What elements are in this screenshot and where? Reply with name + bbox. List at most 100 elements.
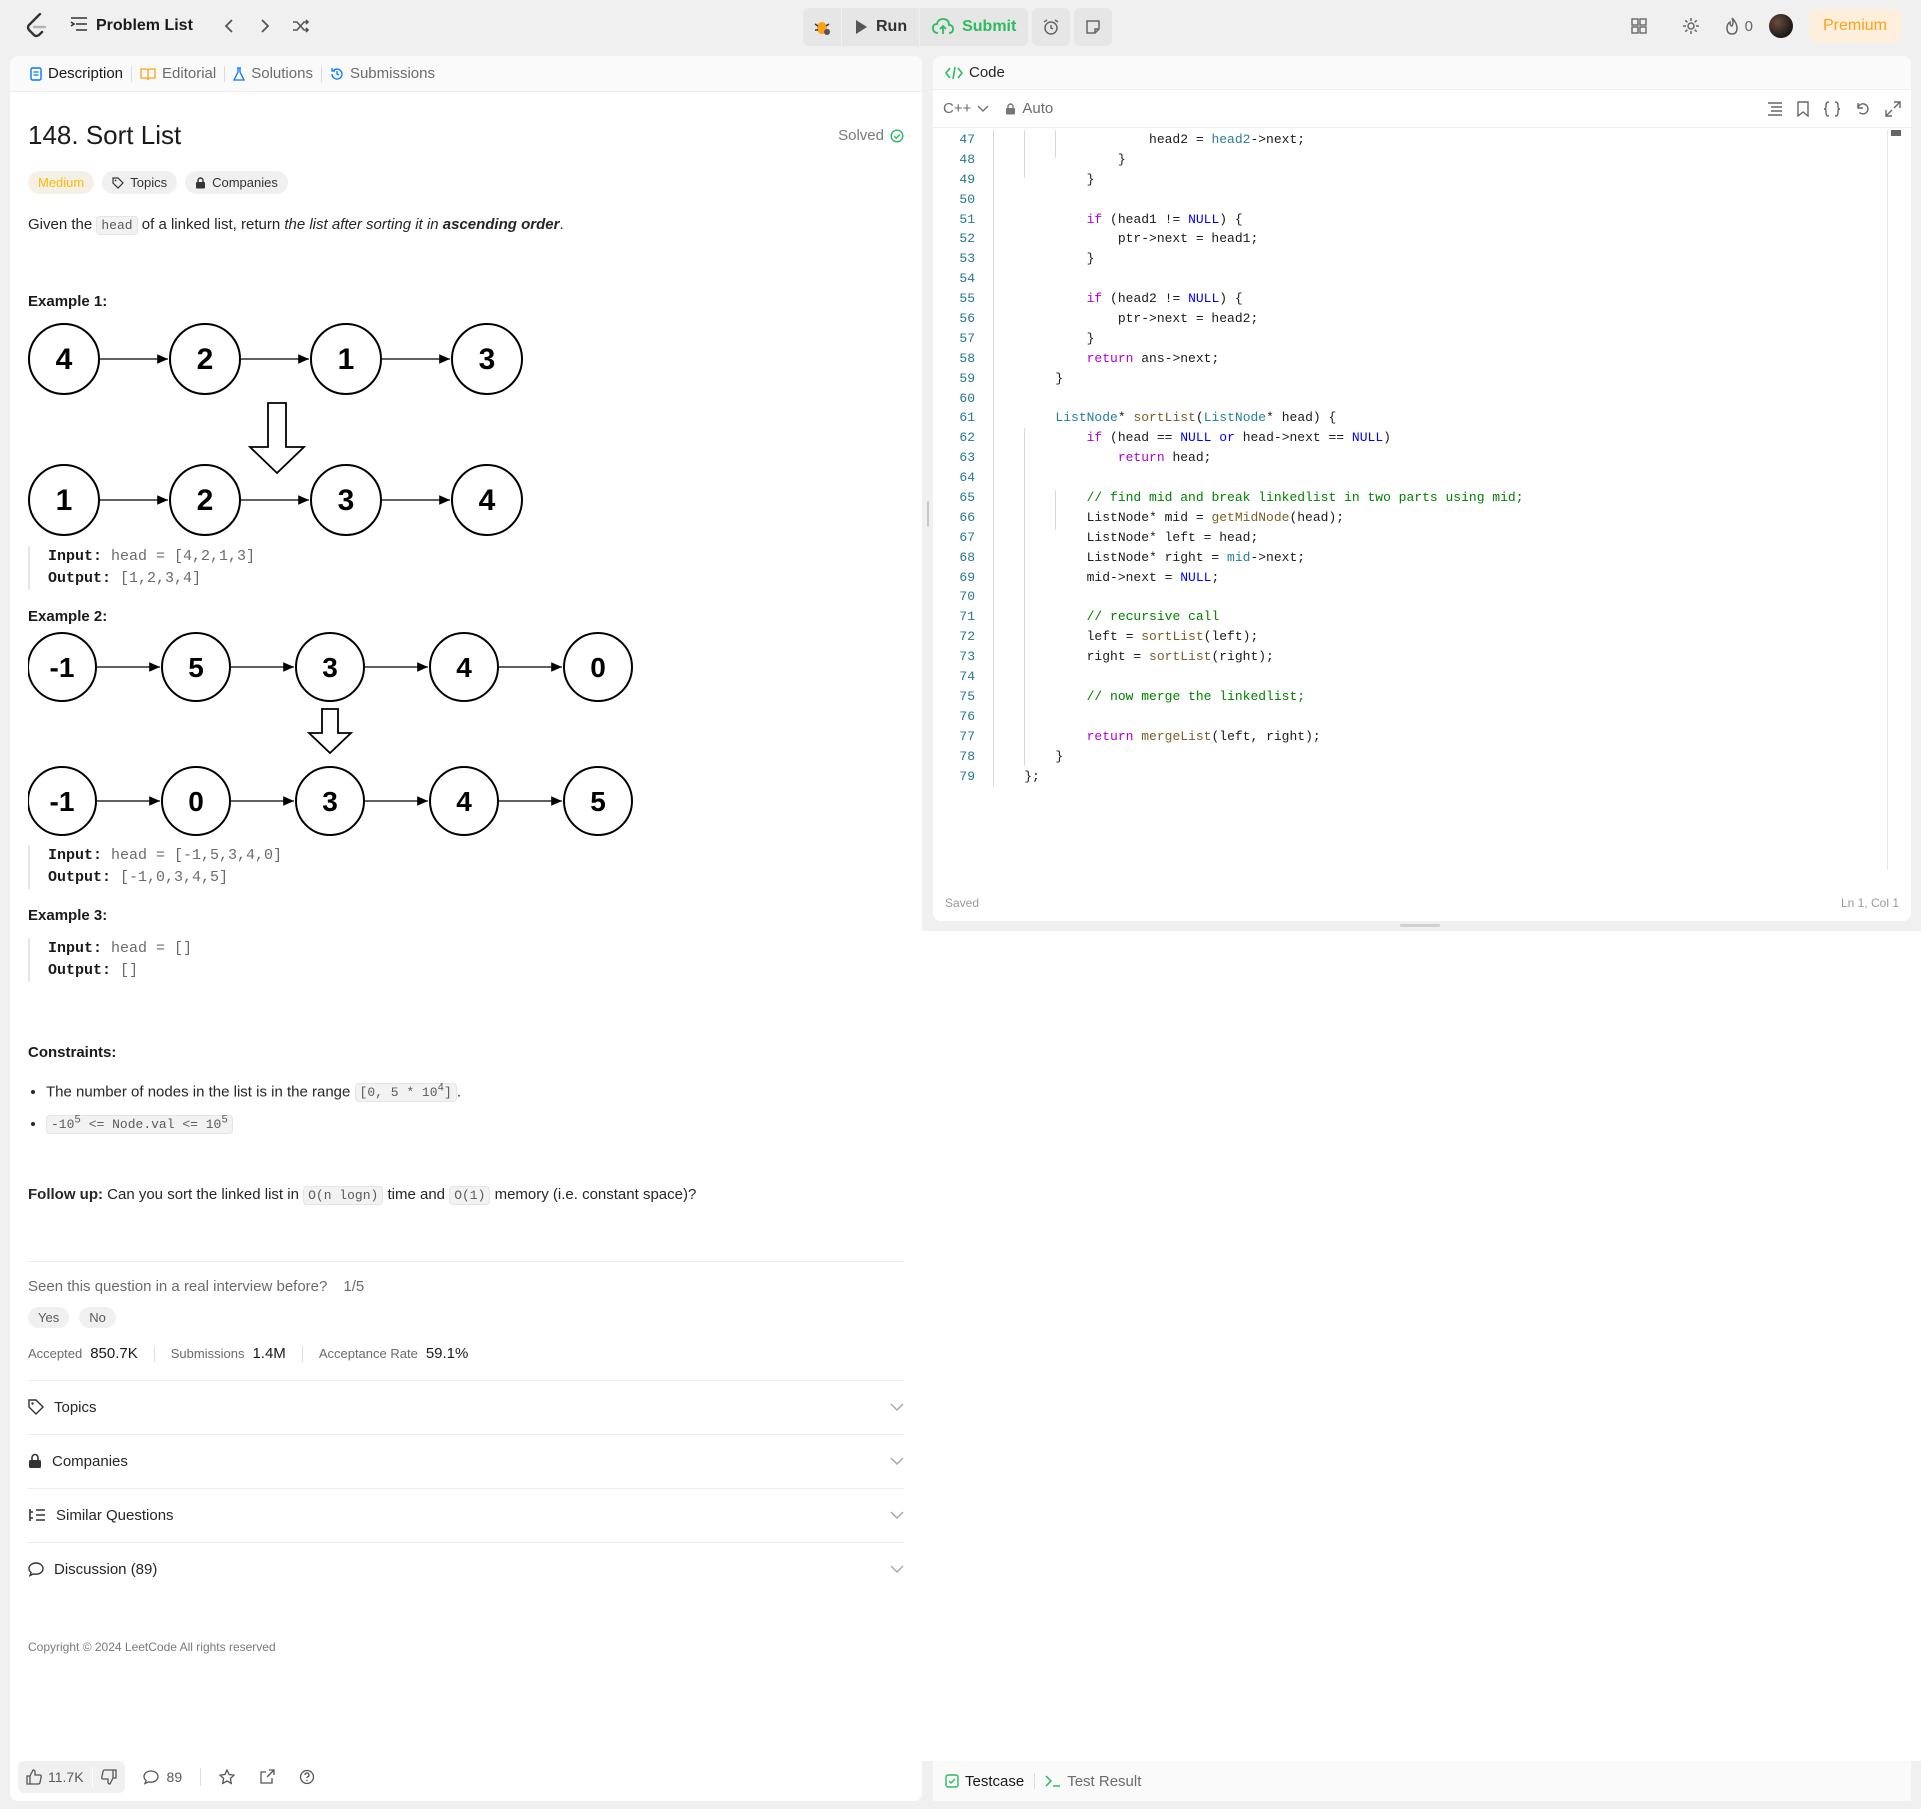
example-2-diagram: -1 5 3 4 0 -1 0 3 4 5 (28, 632, 633, 836)
reset-icon[interactable] (1855, 101, 1871, 117)
topics-chip[interactable]: Topics (102, 171, 178, 194)
line-number: 52 (959, 231, 975, 247)
companies-chip[interactable]: Companies (185, 171, 288, 194)
node-value: 5 (590, 786, 606, 817)
node-value: 4 (56, 343, 73, 376)
favorite-button[interactable] (213, 1759, 241, 1795)
desc-emphasis: the list after sorting it in (284, 216, 443, 233)
help-button[interactable] (293, 1759, 321, 1795)
bookmark-icon[interactable] (1797, 100, 1809, 117)
random-problem-button[interactable] (283, 8, 319, 44)
bug-icon (814, 22, 830, 35)
node-value: -1 (50, 786, 75, 817)
tab-submissions[interactable]: Submissions (322, 65, 443, 82)
save-status: Saved (945, 896, 980, 910)
code-panel: Code C++ Auto 47 48 49 50 51 52 53 54 55 56 57 58 59… (933, 56, 1911, 921)
debug-button[interactable] (803, 8, 841, 46)
avatar[interactable] (1768, 14, 1793, 38)
accordion-discussion[interactable]: Discussion (89) (28, 1541, 904, 1596)
leetcode-logo[interactable] (18, 8, 54, 44)
auto-mode[interactable]: Auto (1005, 100, 1053, 117)
dislike-button[interactable] (93, 1769, 125, 1785)
terminal-icon (1045, 1775, 1061, 1787)
input-label: Input: (48, 940, 103, 957)
problem-list-button[interactable]: Problem List (70, 16, 193, 37)
code-line: // recursive call (1086, 609, 1220, 625)
output-value: [] (120, 962, 139, 979)
down-arrow (306, 708, 354, 755)
chevron-down-icon (890, 1565, 904, 1574)
node-value: 1 (338, 343, 355, 376)
note-icon (1086, 20, 1101, 34)
language-select[interactable]: C++ (943, 100, 989, 117)
notes-button[interactable] (1074, 8, 1113, 46)
code-line: if (head1 != NULL) { (1086, 211, 1243, 227)
line-number: 53 (959, 251, 975, 267)
layout-button[interactable] (1621, 8, 1657, 44)
example-2-io: Input: head = [-1,5,3,4,0] Output: [-1,0… (28, 845, 904, 889)
thumbs-down-icon (100, 1769, 117, 1785)
code-icon (945, 66, 963, 79)
format-icon[interactable] (1767, 101, 1783, 116)
input-label: Input: (48, 548, 103, 565)
premium-button[interactable]: Premium (1808, 9, 1901, 43)
line-number: 49 (959, 171, 975, 187)
next-problem-button[interactable] (247, 8, 283, 44)
tab-solutions[interactable]: Solutions (225, 65, 321, 82)
settings-button[interactable] (1673, 8, 1709, 44)
line-number: 48 (959, 151, 975, 167)
history-icon (331, 67, 343, 80)
prev-problem-button[interactable] (211, 8, 247, 44)
node-value: 3 (322, 652, 338, 683)
chevron-left-icon (224, 19, 233, 33)
node-value: 3 (322, 786, 338, 817)
constraint-text: . (456, 1083, 462, 1101)
example-3-io: Input: head = [] Output: [] (28, 938, 904, 982)
code-line: } (993, 151, 1126, 167)
line-numbers: 47 48 49 50 51 52 53 54 55 56 57 58 59 60 61 62 63 64 65 66… (933, 130, 975, 786)
braces-icon[interactable] (1823, 100, 1841, 117)
code-text: [0, 5 * 10 (359, 1085, 438, 1101)
expand-icon[interactable] (1885, 100, 1901, 117)
chevron-down-icon (890, 1403, 904, 1412)
tab-description[interactable]: Description (22, 65, 131, 82)
node-value: 4 (456, 652, 472, 683)
accordion-similar-questions[interactable]: Similar Questions (28, 1487, 904, 1542)
line-number: 72 (959, 629, 975, 645)
timer-button[interactable] (1032, 8, 1071, 46)
line-number: 61 (959, 410, 975, 426)
fire-icon (1725, 17, 1738, 35)
line-number: 65 (959, 490, 975, 506)
top-bar: Problem List Run Submit 0 Premium (0, 0, 1921, 52)
accordion-topics[interactable]: Topics (28, 1379, 904, 1434)
accordion-companies[interactable]: Companies (28, 1433, 904, 1488)
tab-test-result[interactable]: Test Result (1045, 1773, 1141, 1790)
editor-scrollbar[interactable] (1887, 130, 1901, 870)
code-line: if (head == NULL or head->next == NULL) (1086, 430, 1391, 446)
tab-editorial[interactable]: Editorial (132, 65, 224, 82)
run-button[interactable]: Run (842, 8, 919, 46)
lower-panel-area (922, 931, 1921, 1761)
chevron-down-icon (890, 1511, 904, 1520)
output-label: Output: (48, 570, 112, 587)
problem-title[interactable]: 148. Sort List (28, 120, 181, 151)
node-value: 2 (197, 343, 214, 376)
node-value: 4 (479, 484, 496, 517)
share-button[interactable] (253, 1759, 281, 1795)
code-line: ListNode* mid = getMidNode(head); (993, 509, 1345, 525)
submit-button[interactable]: Submit (920, 8, 1028, 46)
code-line: mid->next = NULL; (993, 569, 1220, 585)
code-editor[interactable]: 47 48 49 50 51 52 53 54 55 56 57 58 59 60 61 62 63 64 65 66… (933, 130, 1911, 870)
gear-icon (1682, 18, 1699, 34)
streak-counter[interactable]: 0 (1725, 17, 1753, 35)
like-button[interactable]: 11.7K (18, 1769, 92, 1785)
code-panel-header: Code (933, 56, 1911, 90)
horizontal-resize-handle[interactable] (1400, 924, 1440, 927)
line-number: 67 (959, 529, 975, 545)
alarm-clock-icon (1043, 19, 1059, 35)
comments-button[interactable]: 89 (142, 1769, 182, 1785)
tab-testcase[interactable]: Testcase (945, 1773, 1024, 1790)
yes-button[interactable]: Yes (28, 1306, 70, 1328)
no-button[interactable]: No (79, 1306, 116, 1328)
